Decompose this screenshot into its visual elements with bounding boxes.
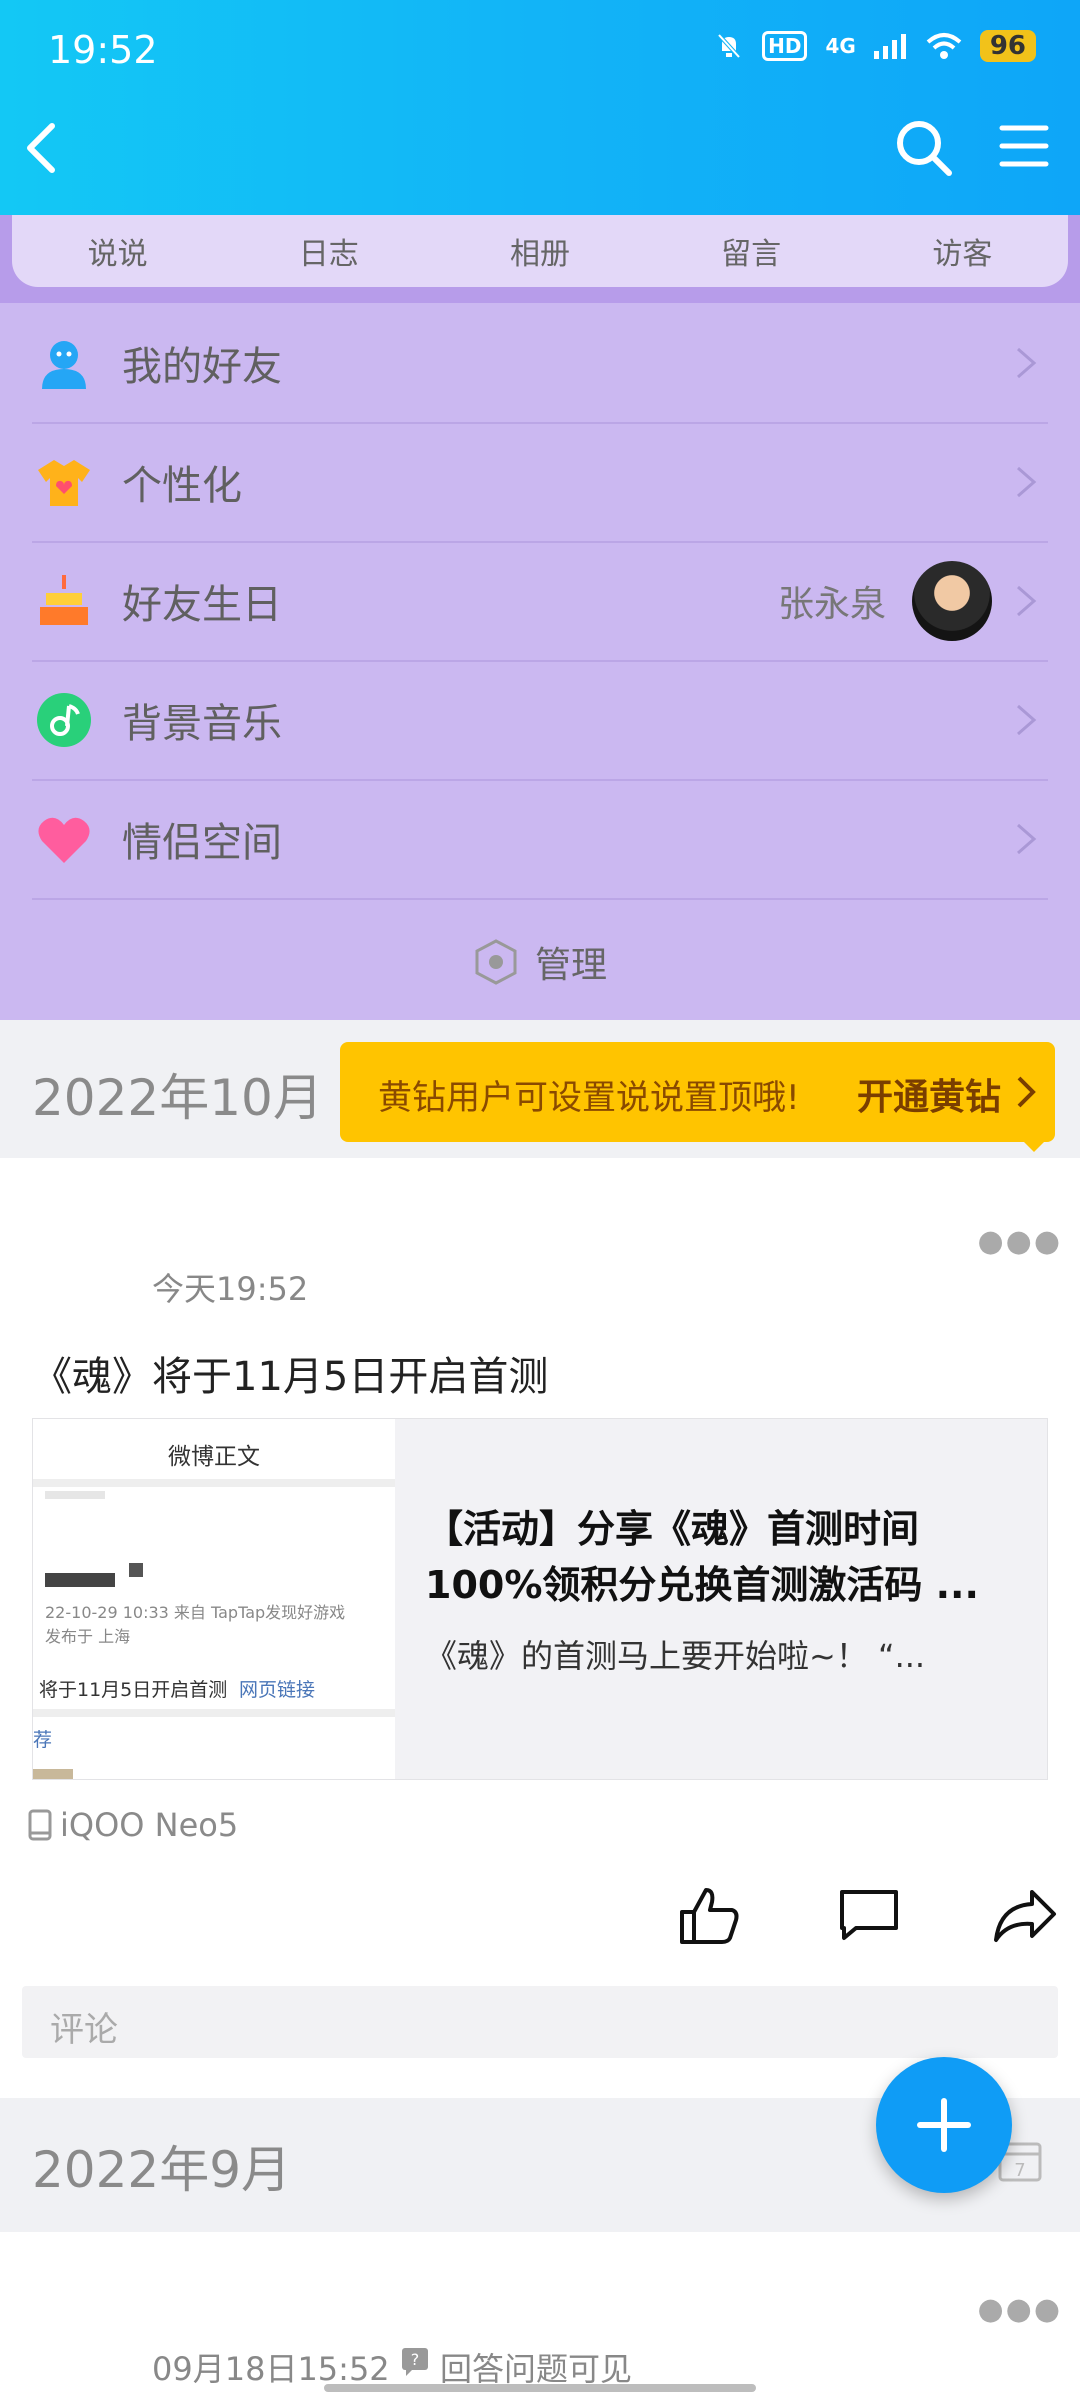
thumbnail-blur [45, 1573, 115, 1587]
menu-icon[interactable] [998, 120, 1050, 172]
thumbnail-blur [45, 1491, 105, 1499]
vip-banner-text: 黄钻用户可设置说说置顶哦! [378, 1078, 800, 1118]
menu-item-friends[interactable]: 我的好友 [32, 303, 1048, 424]
menu-panel: 我的好友 个性化 好友生日 张永泉 背景音乐 情侣空间 管理 [0, 303, 1080, 1020]
manage-label: 管理 [534, 944, 607, 986]
menu-item-label: 背景音乐 [122, 700, 282, 747]
shirt-icon [38, 459, 90, 506]
heart-icon [38, 817, 90, 863]
device-name: iQOO Neo5 [60, 1806, 239, 1844]
mute-icon [717, 33, 741, 59]
chevron-right-icon [1017, 823, 1037, 854]
thumbnail-image [33, 1769, 73, 1779]
chevron-right-icon [1017, 585, 1037, 616]
chevron-right-icon [1017, 466, 1037, 497]
link-card-description: 《魂》的首测马上要开始啦~！ “... [425, 1637, 926, 1675]
music-icon [37, 692, 91, 747]
profile-tabs: 说说 日志 相册 留言 访客 [0, 215, 1080, 303]
network-label: 4G [825, 34, 856, 58]
question-icon: ? [402, 2348, 428, 2376]
menu-item-music[interactable]: 背景音乐 [32, 660, 1048, 781]
comment-icon[interactable] [836, 1882, 902, 1948]
month-label: 2022年10月 [32, 1069, 323, 1127]
menu-item-label: 好友生日 [122, 581, 282, 628]
settings-hex-icon [475, 938, 517, 985]
phone-icon [28, 1809, 52, 1841]
vip-banner-tail [1020, 1138, 1048, 1152]
more-options-icon[interactable]: ●●● [977, 1224, 1062, 1259]
vip-banner[interactable]: 黄钻用户可设置说说置顶哦! 开通黄钻 [340, 1042, 1055, 1142]
menu-item-label: 个性化 [122, 462, 242, 509]
more-options-icon[interactable]: ●●● [977, 2292, 1062, 2327]
manage-button[interactable]: 管理 [0, 903, 1080, 1020]
tab-shuoshuo[interactable]: 说说 [43, 229, 193, 273]
plus-icon [917, 2098, 971, 2152]
link-card[interactable]: 微博正文 22-10-29 10:33 来自 TapTap发现好游戏 发布于 上… [32, 1418, 1048, 1780]
tab-xiangce[interactable]: 相册 [465, 229, 615, 273]
chevron-right-icon [1017, 704, 1037, 735]
birthday-friend-name: 张永泉 [777, 583, 886, 625]
thumbnail-meta: 发布于 上海 [45, 1627, 131, 1646]
thumbnail-title: 微博正文 [168, 1444, 260, 1470]
link-card-thumbnail: 微博正文 22-10-29 10:33 来自 TapTap发现好游戏 发布于 上… [33, 1419, 395, 1779]
comment-placeholder: 评论 [50, 2010, 118, 2050]
link-card-title: 【活动】分享《魂》首测时间100%领积分兑换首测激活码 ... [425, 1507, 979, 1607]
open-vip-link[interactable]: 开通黄钻 [857, 1068, 1001, 1120]
back-icon[interactable] [22, 118, 62, 178]
battery-level: 96 [979, 30, 1036, 62]
post-time: 今天19:52 [152, 1270, 309, 1308]
tab-liuyan[interactable]: 留言 [676, 229, 826, 273]
home-indicator [324, 2384, 756, 2392]
menu-item-couple[interactable]: 情侣空间 [32, 779, 1048, 900]
month-label: 2022年9月 [32, 2141, 292, 2199]
chevron-right-icon [1017, 347, 1037, 378]
hd-badge: HD [762, 31, 808, 61]
svg-text:?: ? [411, 2350, 420, 2369]
signal-icon [873, 34, 906, 59]
tab-rizhi[interactable]: 日志 [254, 229, 404, 273]
device-info: iQOO Neo5 [28, 1806, 238, 1844]
thumbnail-link: 网页链接 [239, 1679, 316, 1701]
thumbnail-meta: 22-10-29 10:33 来自 TapTap发现好游戏 [45, 1603, 346, 1622]
wifi-icon [926, 33, 962, 59]
add-post-button[interactable] [876, 2057, 1012, 2193]
tabs-bar: 说说 日志 相册 留言 访客 [12, 215, 1068, 287]
svg-text:7: 7 [1014, 2160, 1025, 2181]
cake-icon [40, 574, 88, 625]
post-text: 《魂》将于11月5日开启首测 [32, 1354, 549, 1400]
tab-fangke[interactable]: 访客 [887, 229, 1037, 273]
thumbnail-body: 将于11月5日开启首测 [39, 1679, 228, 1701]
thumbnail-divider [33, 1709, 395, 1717]
avatar [912, 560, 992, 641]
share-icon[interactable] [992, 1882, 1058, 1948]
search-icon[interactable] [894, 118, 954, 178]
comment-input[interactable]: 评论 [22, 1986, 1058, 2058]
menu-item-birthday[interactable]: 好友生日 张永泉 [32, 541, 1048, 662]
chevron-right-icon [1017, 1076, 1036, 1108]
status-time: 19:52 [48, 28, 158, 72]
status-icons: HD 4G 96 [714, 30, 1036, 62]
menu-item-personalize[interactable]: 个性化 [32, 422, 1048, 543]
like-icon[interactable] [676, 1882, 742, 1948]
feed-post: ●●● 今天19:52 《魂》将于11月5日开启首测 微博正文 22-10-29… [0, 1158, 1080, 2098]
menu-item-label: 我的好友 [122, 343, 282, 390]
menu-item-label: 情侣空间 [122, 819, 282, 866]
app-header: 19:52 HD 4G 96 [0, 0, 1080, 215]
feed-post: ●●● 09月18日15:52 ? 回答问题可见 [0, 2232, 1080, 2400]
thumbnail-rec: 荐 [33, 1729, 53, 1751]
thumbnail-blur [129, 1563, 143, 1577]
thumbnail-divider [33, 1479, 395, 1487]
friends-icon [42, 340, 86, 389]
